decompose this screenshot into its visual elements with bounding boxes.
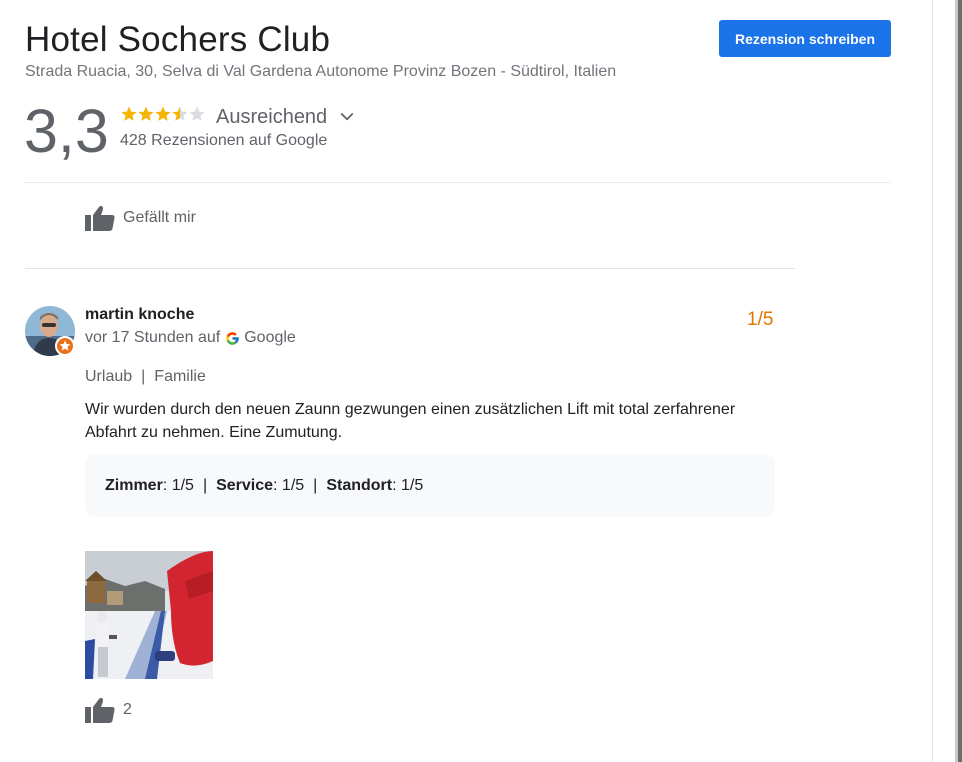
subrating-value: : 1/5 <box>162 477 194 494</box>
like-button[interactable]: Gefällt mir <box>85 205 196 231</box>
subratings: Zimmer: 1/5 | Service: 1/5 | Standort: 1/5 <box>105 477 423 495</box>
star-icon <box>138 106 154 121</box>
google-g-icon <box>226 331 239 345</box>
review-source: Google <box>244 329 296 346</box>
review-count: 428 Rezensionen auf Google <box>120 132 328 149</box>
subrating-value: : 1/5 <box>273 477 305 494</box>
page-title: Hotel Sochers Club <box>25 20 331 59</box>
subrating-label: Service <box>216 477 274 494</box>
thumbs-up-icon <box>85 697 115 723</box>
review-text: Wir wurden durch den neuen Zaunn gezwung… <box>85 401 736 441</box>
star-icon <box>155 106 171 121</box>
background-window <box>932 0 956 762</box>
avatar[interactable] <box>25 306 75 356</box>
subrating-value: : 1/5 <box>392 477 424 494</box>
hotel-address: Strada Ruacia, 30, Selva di Val Gardena … <box>25 63 617 80</box>
review-meta: vor 17 Stunden auf Google <box>85 329 296 347</box>
like-label: Gefällt mir <box>123 209 196 226</box>
separator: | <box>313 477 318 494</box>
overall-rating: 3,3 <box>24 97 109 165</box>
star-half-icon <box>172 106 188 121</box>
review-photo[interactable] <box>85 551 213 679</box>
trip-type: Urlaub <box>85 368 133 385</box>
divider <box>25 268 795 269</box>
star-icon <box>121 106 137 121</box>
star-icon <box>189 106 205 121</box>
review-like-button[interactable]: 2 <box>85 697 132 723</box>
travel-group: Familie <box>154 368 206 385</box>
review-score: 1/5 <box>747 309 774 330</box>
subrating-label: Standort <box>326 477 393 494</box>
divider <box>25 182 891 183</box>
review-time: vor 17 Stunden auf <box>85 329 221 346</box>
subrating-label: Zimmer <box>105 477 163 494</box>
like-count: 2 <box>123 701 132 718</box>
subratings-panel: Zimmer: 1/5 | Service: 1/5 | Standort: 1/5 <box>85 454 775 517</box>
separator: | <box>202 477 208 494</box>
star-rating <box>120 105 205 123</box>
chevron-down-icon[interactable] <box>338 108 356 126</box>
trip-tags: Urlaub | Familie <box>85 368 206 386</box>
thumbs-up-icon <box>85 205 115 231</box>
write-review-button[interactable]: Rezension schreiben <box>719 20 891 57</box>
rating-label[interactable]: Ausreichend <box>216 106 327 129</box>
separator: | <box>141 368 146 385</box>
reviewer-name[interactable]: martin knoche <box>85 306 194 324</box>
window-edge <box>955 0 962 762</box>
